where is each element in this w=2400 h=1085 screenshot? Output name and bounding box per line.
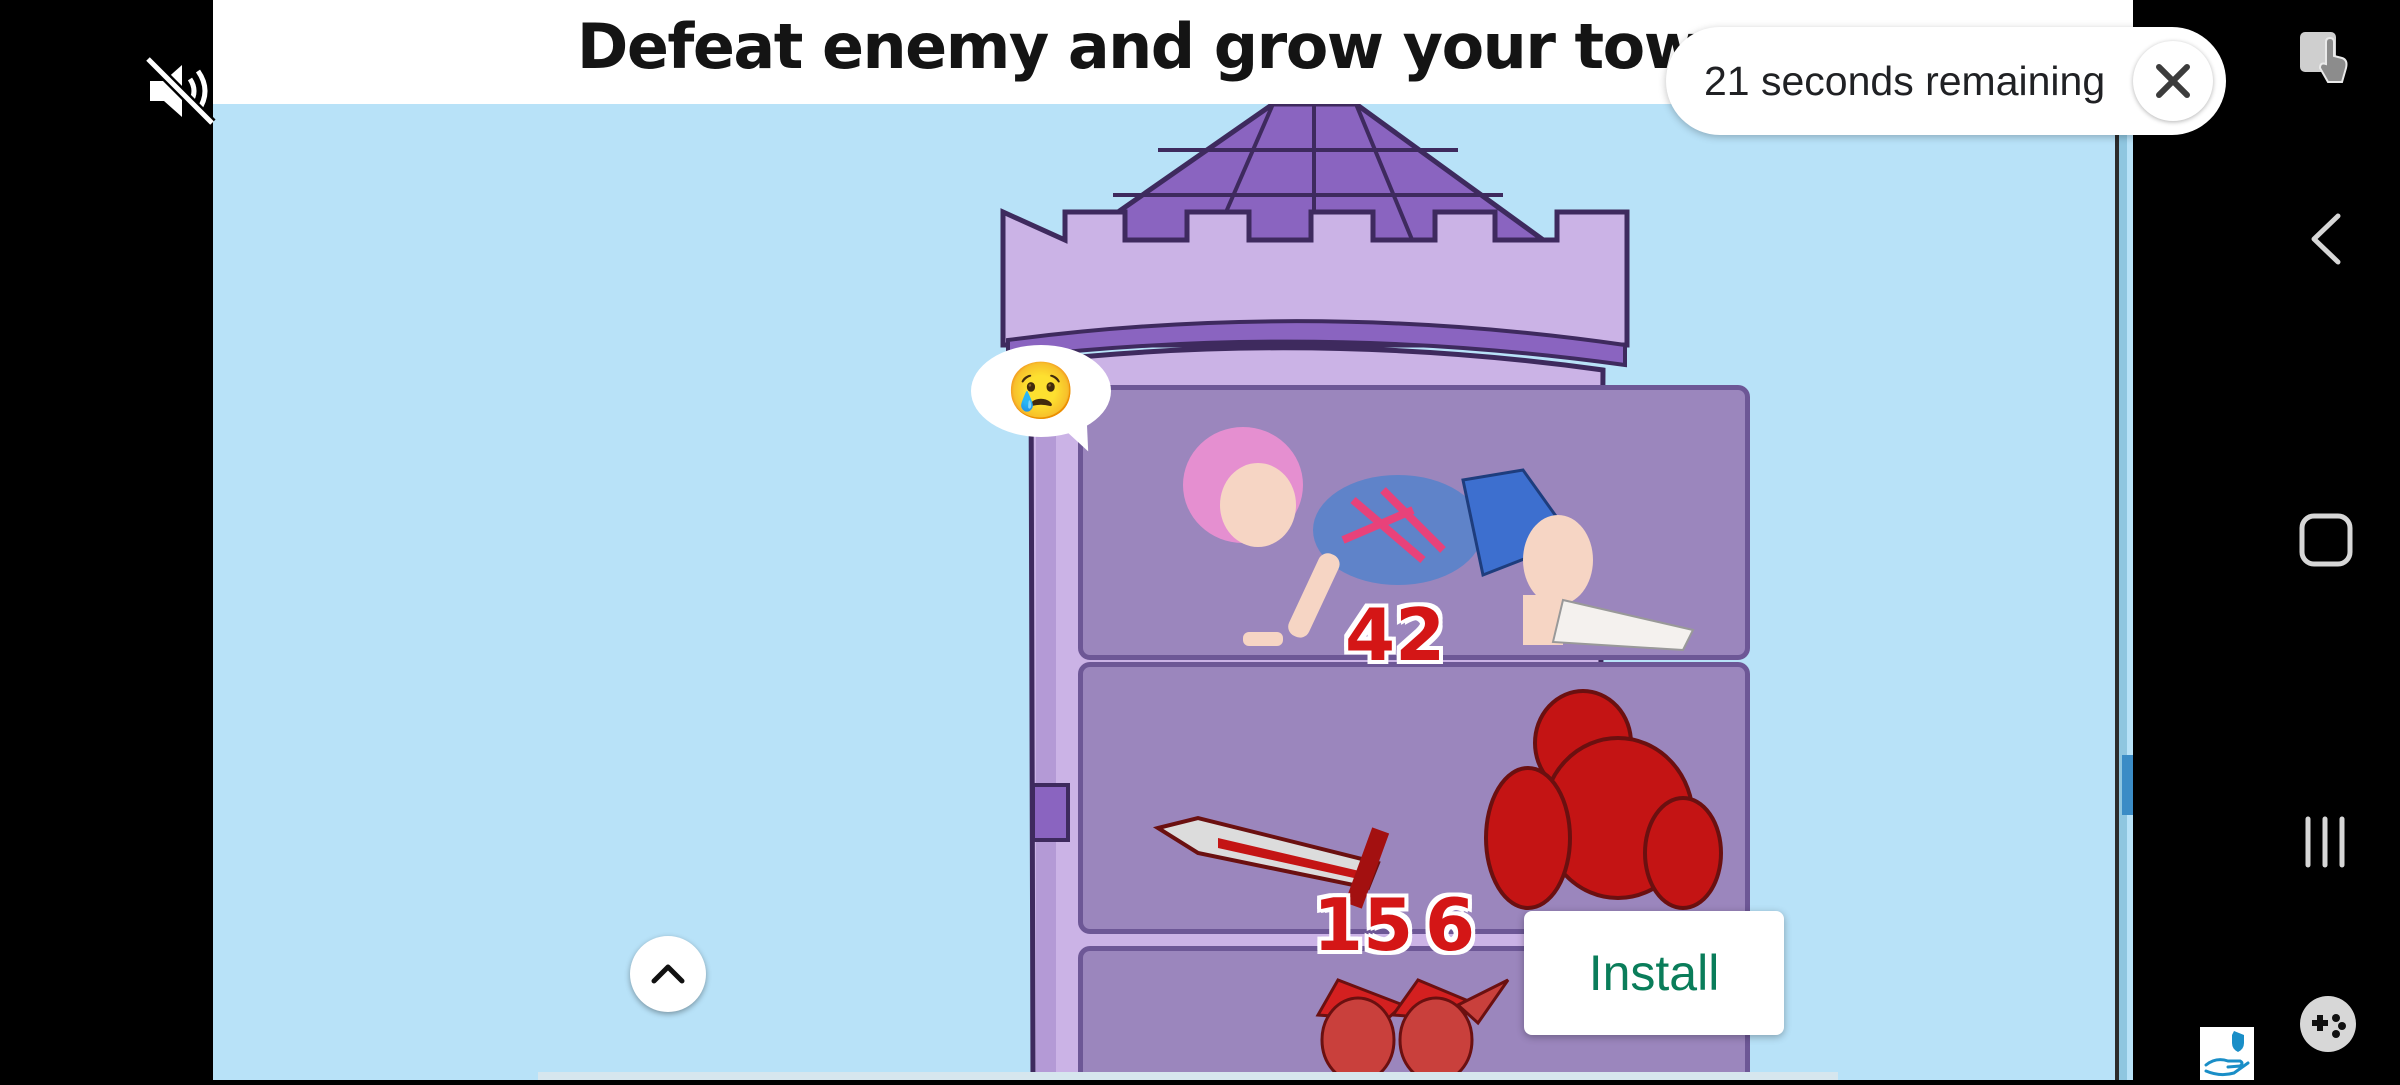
scene-edge-tab <box>2122 755 2133 815</box>
screenshot-touch-icon[interactable] <box>2296 28 2354 90</box>
close-icon <box>2156 64 2190 98</box>
hero-power-value: 42 <box>1345 593 1446 677</box>
countdown-text: 21 seconds remaining <box>1704 58 2106 104</box>
volume-muted-icon[interactable] <box>144 55 216 127</box>
shield-hand-icon <box>2204 1031 2250 1077</box>
collapse-button[interactable] <box>630 936 706 1012</box>
recents-bars-icon[interactable] <box>2300 815 2350 869</box>
game-controller-icon[interactable] <box>2298 994 2358 1054</box>
ad-video[interactable]: Defeat enemy and grow your tower 😢 42 15… <box>213 0 2133 1080</box>
chevron-up-icon <box>651 964 685 984</box>
home-square-icon[interactable] <box>2298 512 2354 568</box>
crying-emoji: 😢 <box>1006 359 1076 422</box>
close-ad-button[interactable] <box>2133 41 2213 121</box>
countdown-pill: 21 seconds remaining <box>1666 27 2226 135</box>
goblin-enemies[interactable] <box>1308 975 1538 1080</box>
back-chevron-icon[interactable] <box>2308 212 2344 266</box>
enemy-power-value: 6 <box>1425 883 1476 967</box>
speech-bubble: 😢 <box>971 345 1111 437</box>
scene-edge <box>2115 104 2127 1080</box>
ad-choices-badge[interactable] <box>2200 1027 2254 1080</box>
enemy-power-value: 15 <box>1313 883 1414 967</box>
install-button[interactable]: Install <box>1524 911 1784 1035</box>
progress-strip <box>538 1072 1838 1080</box>
